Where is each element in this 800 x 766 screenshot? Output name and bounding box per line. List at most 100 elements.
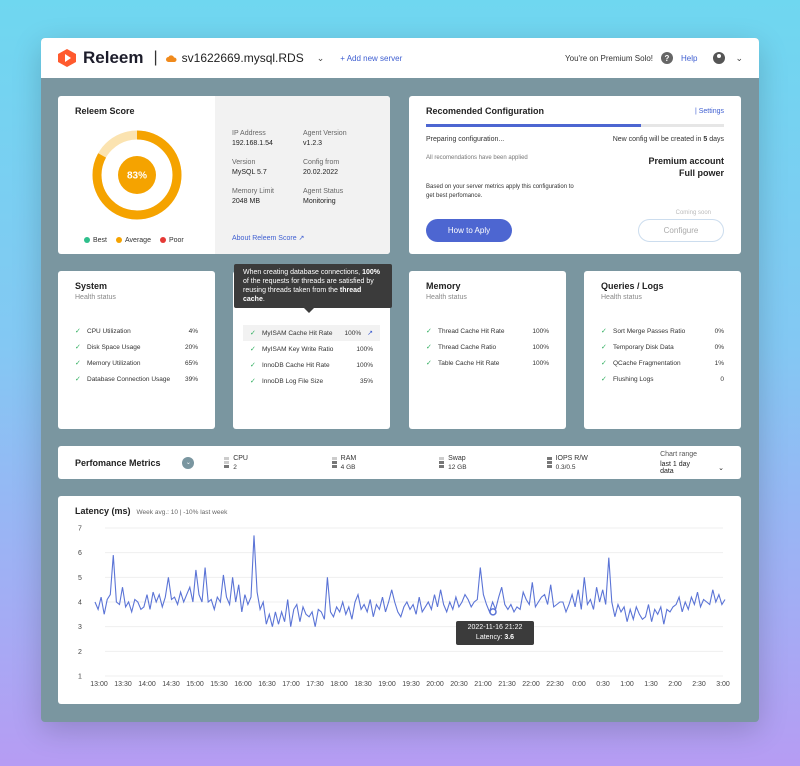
list-item[interactable]: ✓ Memory Utilization 65%: [75, 355, 198, 371]
info-value: v1.2.3: [303, 140, 323, 147]
x-tick-label: 19:30: [402, 681, 420, 688]
add-server-link[interactable]: + Add new server: [340, 54, 402, 63]
x-tick-label: 17:30: [306, 681, 324, 688]
list-item[interactable]: ✓ Thread Cache Hit Rate 100%: [426, 323, 549, 339]
x-tick-label: 21:30: [498, 681, 516, 688]
chart-tooltip: 2022-11-16 21:22 Latency: 3.6: [456, 621, 534, 645]
x-tick-label: 1:30: [644, 681, 658, 688]
user-avatar-icon[interactable]: [713, 52, 726, 64]
list-item[interactable]: ✓ MyISAM Key Write Ratio 100%: [250, 341, 373, 357]
y-tick-label: 3: [78, 624, 82, 631]
brand-separator: |: [153, 49, 158, 66]
list-item[interactable]: ✓ QCache Fragmentation 1%: [601, 355, 724, 371]
latency-chart-card: Latency (ms) Week avg.: 10 | -10% last w…: [58, 496, 741, 704]
thread-cache-tooltip: When creating database connections, 100%…: [234, 264, 392, 313]
x-tick-label: 15:30: [210, 681, 228, 688]
list-item[interactable]: ✓ CPU Utilization 4%: [75, 323, 198, 339]
list-item[interactable]: ✓ InnoDB Cache Hit Rate 100%: [250, 357, 373, 373]
info-key: Config from: [303, 159, 340, 166]
x-tick-label: 20:30: [450, 681, 468, 688]
y-tick-label: 6: [78, 550, 82, 557]
server-info-grid: IP Address 192.168.1.54 Agent Version v1.2…: [232, 130, 373, 205]
level-bars-icon: [546, 457, 552, 468]
metrics-title: Perfomance Metrics: [75, 457, 161, 468]
help-icon[interactable]: ?: [661, 52, 673, 64]
list-item[interactable]: ✓ Disk Space Usage 20%: [75, 339, 198, 355]
y-tick-label: 4: [78, 600, 82, 607]
x-tick-label: 13:00: [90, 681, 108, 688]
brand-name: Releem: [83, 48, 144, 67]
check-icon: ✓: [426, 328, 432, 335]
logo[interactable]: Releem: [57, 48, 143, 68]
latency-chart[interactable]: 1 2 3 4 5 6 7 13:00 13:30 14:00 14:30 15:00 15:30 16:…: [58, 496, 741, 704]
info-key: Agent Status: [303, 188, 344, 195]
how-to-apply-button[interactable]: How to Aply: [426, 219, 512, 242]
releem-logo-icon: [58, 49, 76, 67]
server-selector[interactable]: sv1622669.mysql.RDS ⌄: [165, 51, 325, 65]
x-tick-label: 13:30: [114, 681, 132, 688]
legend-poor: Poor: [159, 237, 184, 244]
external-link-icon[interactable]: ↗: [367, 329, 373, 337]
chevron-down-icon: ⌄: [316, 52, 325, 63]
check-icon: ✓: [250, 330, 256, 337]
chart-range-select[interactable]: Chart range last 1 day data ⌄: [660, 451, 724, 475]
x-tick-label: 14:00: [138, 681, 156, 688]
expand-chevron-icon[interactable]: ⌄: [182, 456, 195, 469]
full-power-label: Full power: [679, 168, 724, 178]
system-card: System Health status ✓ CPU Utilization 4% …: [58, 271, 215, 429]
check-icon: ✓: [75, 328, 81, 335]
metric-cpu: CPU 2: [224, 455, 331, 471]
list-item[interactable]: ✓ InnoDB Log File Size 35%: [250, 373, 373, 389]
list-item[interactable]: ✓ MyISAM Cache Hit Rate 100% ↗: [243, 325, 380, 341]
list-item[interactable]: ✓ Flushing Logs 0: [601, 371, 724, 387]
rec-title: Recomended Configuration: [426, 106, 545, 116]
check-icon: ✓: [601, 360, 607, 367]
check-icon: ✓: [426, 344, 432, 351]
plan-status: You're on Premium Solo!: [565, 53, 653, 63]
coming-soon-label: Coming soon: [675, 210, 711, 216]
config-progress-bar: [426, 124, 724, 127]
legend-average: Average: [116, 237, 151, 244]
app-window: Releem | sv1622669.mysql.RDS ⌄ + Add new…: [41, 38, 759, 722]
x-tick-label: 0:30: [596, 681, 610, 688]
configure-button[interactable]: Configure: [638, 219, 724, 242]
x-tick-label: 14:30: [162, 681, 180, 688]
list-item[interactable]: ✓ Sort Merge Passes Ratio 0%: [601, 323, 724, 339]
level-bars-icon: [224, 457, 230, 468]
recommended-config-card: Recomended Configuration | Settings Prep…: [409, 96, 741, 254]
score-value: 83%: [127, 171, 147, 182]
score-donut: 83%: [92, 130, 182, 220]
x-tick-label: 21:00: [474, 681, 492, 688]
based-on-text: Based on your server metrics apply this …: [426, 184, 574, 199]
check-icon: ✓: [250, 362, 256, 369]
y-tick-label: 5: [78, 575, 82, 582]
check-icon: ✓: [250, 378, 256, 385]
top-bar: Releem | sv1622669.mysql.RDS ⌄ + Add new…: [41, 38, 759, 78]
memory-card: Memory Health status ✓ Thread Cache Hit R…: [409, 271, 566, 429]
list-item[interactable]: ✓ Database Connection Usage 39%: [75, 371, 198, 387]
y-tick-label: 1: [78, 674, 82, 681]
x-tick-label: 20:00: [426, 681, 444, 688]
list-item[interactable]: ✓ Table Cache Hit Rate 100%: [426, 355, 549, 371]
y-tick-label: 2: [78, 649, 82, 656]
info-key: IP Address: [232, 130, 266, 137]
list-item[interactable]: ✓ Thread Cache Ratio 100%: [426, 339, 549, 355]
about-score-link[interactable]: About Releem Score ↗: [232, 234, 304, 242]
help-link[interactable]: Help: [681, 54, 697, 63]
score-legend: Best Average Poor: [84, 237, 184, 244]
x-tick-label: 18:00: [330, 681, 348, 688]
check-icon: ✓: [75, 344, 81, 351]
user-menu-chevron-icon[interactable]: ⌄: [735, 53, 743, 64]
check-icon: ✓: [601, 376, 607, 383]
created-in-text: New config will be created in 5 days: [612, 136, 724, 143]
performance-metrics-bar: Perfomance Metrics ⌄ CPU 2 RAM 4 GB Swap 12…: [58, 446, 741, 479]
server-name: sv1622669.mysql.RDS: [181, 51, 304, 65]
all-applied-text: All recomendations have been applied: [426, 155, 528, 161]
system-title: System: [75, 281, 108, 291]
check-icon: ✓: [250, 346, 256, 353]
cloud-icon: [165, 54, 177, 62]
list-item[interactable]: ✓ Temporary Disk Data 0%: [601, 339, 724, 355]
settings-link[interactable]: | Settings: [695, 108, 724, 115]
metric-swap: Swap 12 GB: [439, 455, 546, 471]
metric-iops: IOPS R/W 0.3/0.5: [546, 455, 654, 471]
